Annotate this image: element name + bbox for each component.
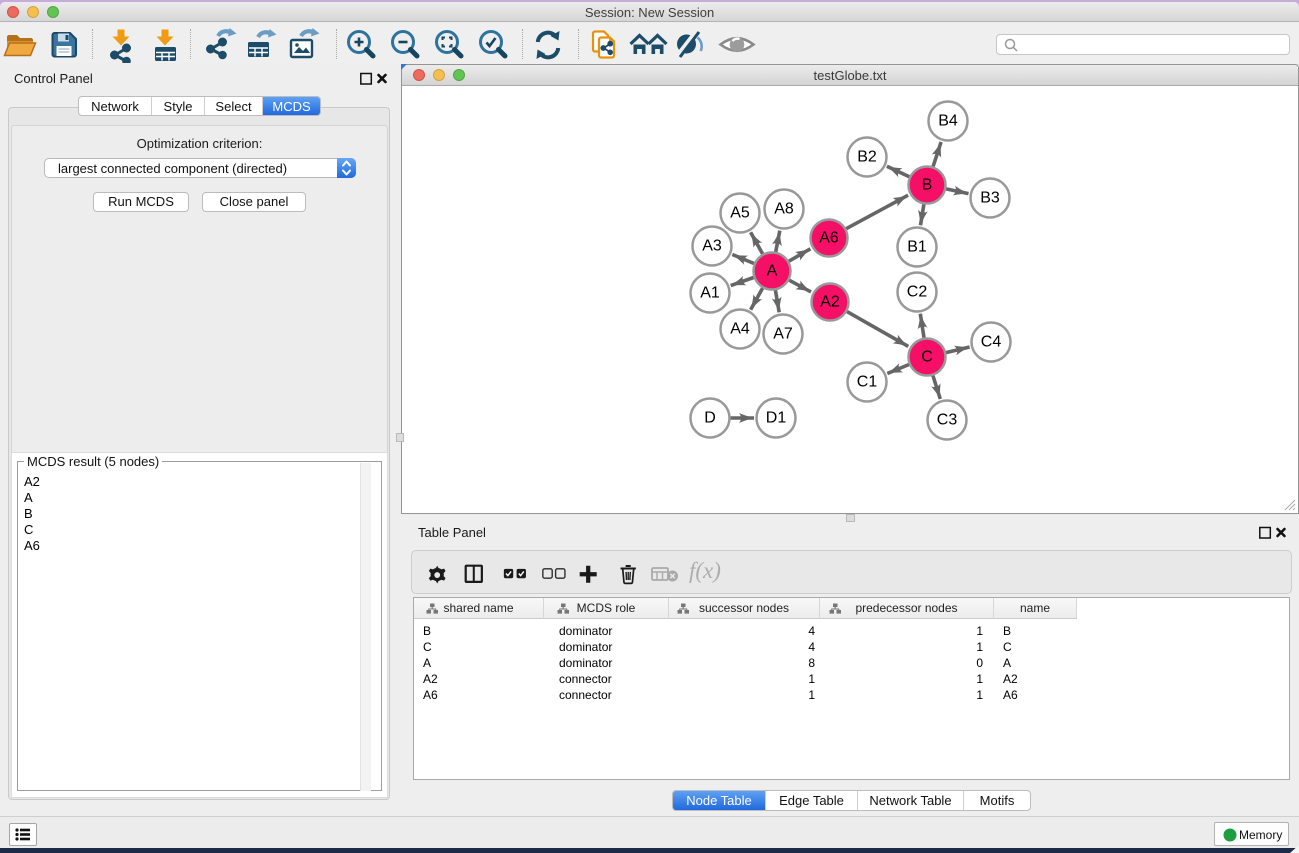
svg-text:A: A (767, 263, 778, 280)
svg-text:C3: C3 (937, 412, 958, 429)
svg-text:A5: A5 (730, 205, 750, 222)
svg-text:B3: B3 (980, 190, 1000, 207)
svg-text:C4: C4 (981, 334, 1002, 351)
svg-text:B2: B2 (857, 149, 877, 166)
svg-text:A8: A8 (774, 201, 794, 218)
svg-text:C2: C2 (907, 284, 928, 301)
svg-text:A7: A7 (773, 326, 793, 343)
svg-text:D1: D1 (766, 410, 787, 427)
svg-text:A6: A6 (819, 230, 839, 247)
svg-text:A4: A4 (730, 321, 750, 338)
svg-text:A3: A3 (702, 238, 722, 255)
svg-text:C: C (921, 349, 933, 366)
svg-text:B: B (922, 177, 933, 194)
svg-text:B4: B4 (938, 113, 958, 130)
svg-text:A2: A2 (820, 294, 840, 311)
svg-text:D: D (704, 410, 716, 427)
svg-text:C1: C1 (857, 374, 878, 391)
svg-text:A1: A1 (700, 285, 720, 302)
svg-text:B1: B1 (907, 239, 927, 256)
